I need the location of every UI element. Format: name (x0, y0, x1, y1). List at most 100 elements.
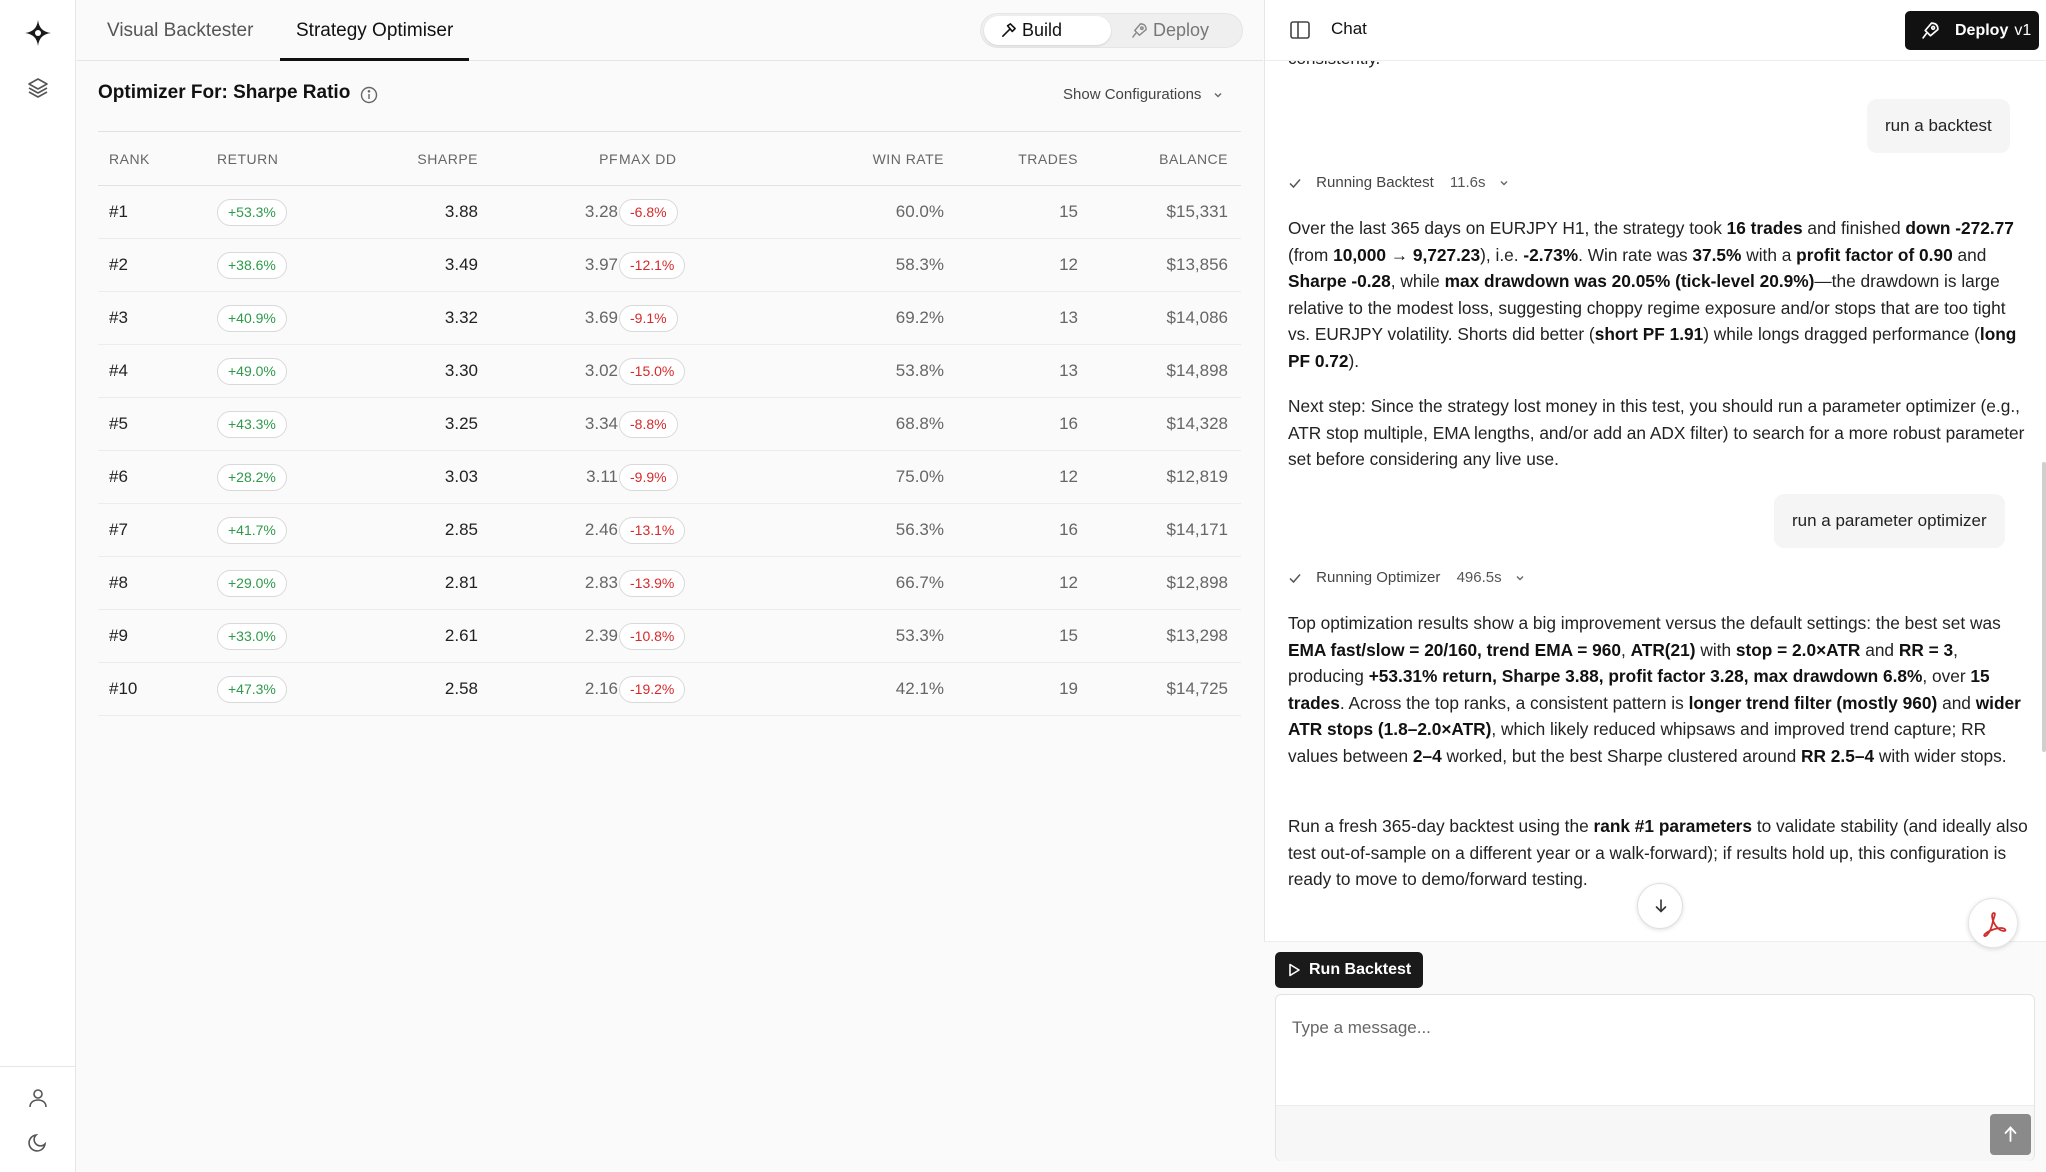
balance-cell: $12,898 (1166, 573, 1228, 592)
header-max-dd: MAX DD (619, 151, 677, 167)
text-segment: , (1620, 639, 1631, 660)
sharpe-cell: 3.03 (444, 467, 478, 486)
chat-messages[interactable]: consistently. run a backtest Running Bac… (1265, 61, 2046, 941)
moon-icon[interactable] (27, 1131, 49, 1153)
arrow-down-icon (1655, 899, 1667, 913)
show-configurations-toggle[interactable]: Show Configurations (1063, 86, 1224, 103)
bold-text: profit factor of 0.90 (1796, 244, 1953, 265)
balance-cell: $13,856 (1166, 255, 1228, 274)
play-icon (1289, 963, 1300, 977)
text-segment: and (1860, 639, 1899, 660)
rank-cell: #5 (109, 414, 128, 433)
bold-text: RR = 3 (1898, 639, 1954, 660)
rank-cell: #1 (109, 202, 128, 221)
return-badge: +40.9% (217, 305, 287, 332)
trades-cell: 13 (1059, 308, 1078, 327)
send-button[interactable] (1990, 1114, 2031, 1155)
win-rate-cell: 75.0% (895, 467, 944, 486)
sparkle-logo-icon[interactable] (23, 18, 53, 48)
trades-cell: 12 (1059, 467, 1078, 486)
table-row[interactable]: #9 +33.0% 2.61 2.39 -10.8% 53.3% 15 $13,298 (98, 610, 1241, 663)
message-composer (1275, 994, 2035, 1161)
tool-status-backtest[interactable]: Running Backtest 11.6s (1288, 174, 1510, 191)
text-segment: . Across the top ranks, a consistent pat… (1339, 692, 1689, 713)
table-header: RANK RETURN SHARPE PF MAX DD WIN RATE TR… (98, 131, 1241, 186)
sharpe-cell: 3.30 (444, 361, 478, 380)
return-badge: +49.0% (217, 358, 287, 385)
text-segment: (from (1288, 244, 1334, 265)
pf-cell: 3.11 (586, 467, 618, 486)
sharpe-cell: 3.49 (444, 255, 478, 274)
pf-cell: 3.02 (584, 361, 618, 380)
max-dd-badge: -6.8% (619, 199, 678, 226)
scroll-to-bottom-button[interactable] (1637, 883, 1683, 929)
header-balance: BALANCE (1159, 151, 1228, 167)
tool-status-optimizer[interactable]: Running Optimizer 496.5s (1288, 569, 1526, 586)
table-body: #1 +53.3% 3.88 3.28 -6.8% 60.0% 15 $15,331 #2 +38… (98, 186, 1241, 716)
build-button[interactable]: Build (984, 16, 1111, 45)
pf-cell: 2.39 (584, 626, 618, 645)
deploy-mode-button[interactable]: Deploy (1115, 16, 1240, 45)
text-segment: with a (1741, 244, 1797, 265)
return-badge: +33.0% (217, 623, 287, 650)
sharpe-cell: 2.85 (444, 520, 478, 539)
text-segment: , while (1390, 271, 1445, 292)
run-backtest-button[interactable]: Run Backtest (1275, 952, 1424, 988)
chat-title: Chat (1331, 19, 1367, 38)
table-row[interactable]: #2 +38.6% 3.49 3.97 -12.1% 58.3% 12 $13,856 (98, 239, 1241, 292)
deploy-mode-label: Deploy (1153, 20, 1210, 40)
table-row[interactable]: #5 +43.3% 3.25 3.34 -8.8% 68.8% 16 $14,328 (98, 398, 1241, 451)
header-return: RETURN (217, 151, 279, 167)
main-topbar: Visual Backtester Strategy Optimiser Bui… (77, 0, 1263, 61)
text-segment: ). (1348, 350, 1360, 371)
bold-text: down -272.77 (1905, 218, 2014, 238)
text-segment: and (1952, 244, 1987, 265)
return-badge: +53.3% (217, 199, 287, 226)
tab-strategy-optimiser[interactable]: Strategy Optimiser (280, 0, 470, 61)
composer-toolbar (1276, 1105, 2034, 1161)
win-rate-cell: 66.7% (895, 573, 944, 592)
bold-text: short PF 1.91 (1594, 324, 1704, 345)
text-segment: , over (1922, 666, 1971, 687)
return-badge: +38.6% (217, 252, 287, 279)
sharpe-cell: 2.58 (444, 679, 478, 698)
results-table: RANK RETURN SHARPE PF MAX DD WIN RATE TR… (98, 131, 1241, 716)
table-row[interactable]: #7 +41.7% 2.85 2.46 -13.1% 56.3% 16 $14,171 (98, 504, 1241, 557)
text-segment: with (1695, 639, 1736, 660)
sharpe-cell: 2.61 (444, 626, 478, 645)
sharpe-cell: 3.25 (444, 414, 478, 433)
pdf-icon (1983, 912, 2007, 937)
table-row[interactable]: #1 +53.3% 3.88 3.28 -6.8% 60.0% 15 $15,331 (98, 186, 1241, 239)
composer-area: Run Backtest (1264, 941, 2046, 1172)
main-panel: Visual Backtester Strategy Optimiser Bui… (77, 0, 1263, 1172)
max-dd-badge: -9.9% (619, 464, 678, 491)
info-icon[interactable] (360, 86, 378, 104)
layers-icon[interactable] (26, 76, 50, 100)
user-icon[interactable] (27, 1087, 49, 1109)
pf-cell: 2.46 (584, 520, 618, 539)
table-row[interactable]: #4 +49.0% 3.30 3.02 -15.0% 53.8% 13 $14,898 (98, 345, 1241, 398)
text-segment: and (1937, 692, 1976, 713)
sidebar-toggle-icon[interactable] (1289, 20, 1311, 40)
table-row[interactable]: #3 +40.9% 3.32 3.69 -9.1% 69.2% 13 $14,086 (98, 292, 1241, 345)
tab-visual-backtester[interactable]: Visual Backtester (91, 0, 269, 61)
status-label: Running Backtest (1316, 174, 1434, 191)
status-duration: 11.6s (1449, 174, 1486, 191)
table-row[interactable]: #10 +47.3% 2.58 2.16 -19.2% 42.1% 19 $14,725 (98, 663, 1241, 716)
rank-cell: #9 (109, 626, 128, 645)
table-row[interactable]: #6 +28.2% 3.03 3.11 -9.9% 75.0% 12 $12,819 (98, 451, 1241, 504)
header-pf: PF (599, 151, 618, 167)
message-input[interactable] (1292, 1013, 1992, 1043)
trades-cell: 16 (1059, 520, 1078, 539)
text-segment: worked, but the best Sharpe clustered ar… (1441, 745, 1802, 766)
pdf-reader-button[interactable] (1968, 898, 2018, 948)
rank-cell: #2 (109, 255, 128, 274)
max-dd-badge: -13.1% (619, 517, 686, 544)
build-label: Build (1022, 20, 1063, 40)
win-rate-cell: 56.3% (895, 520, 944, 539)
return-badge: +41.7% (217, 517, 287, 544)
pf-cell: 3.69 (584, 308, 618, 327)
deploy-button[interactable]: Deploy v1 (1905, 11, 2039, 50)
table-row[interactable]: #8 +29.0% 2.81 2.83 -13.9% 66.7% 12 $12,898 (98, 557, 1241, 610)
chat-scrollbar[interactable] (2042, 462, 2046, 752)
